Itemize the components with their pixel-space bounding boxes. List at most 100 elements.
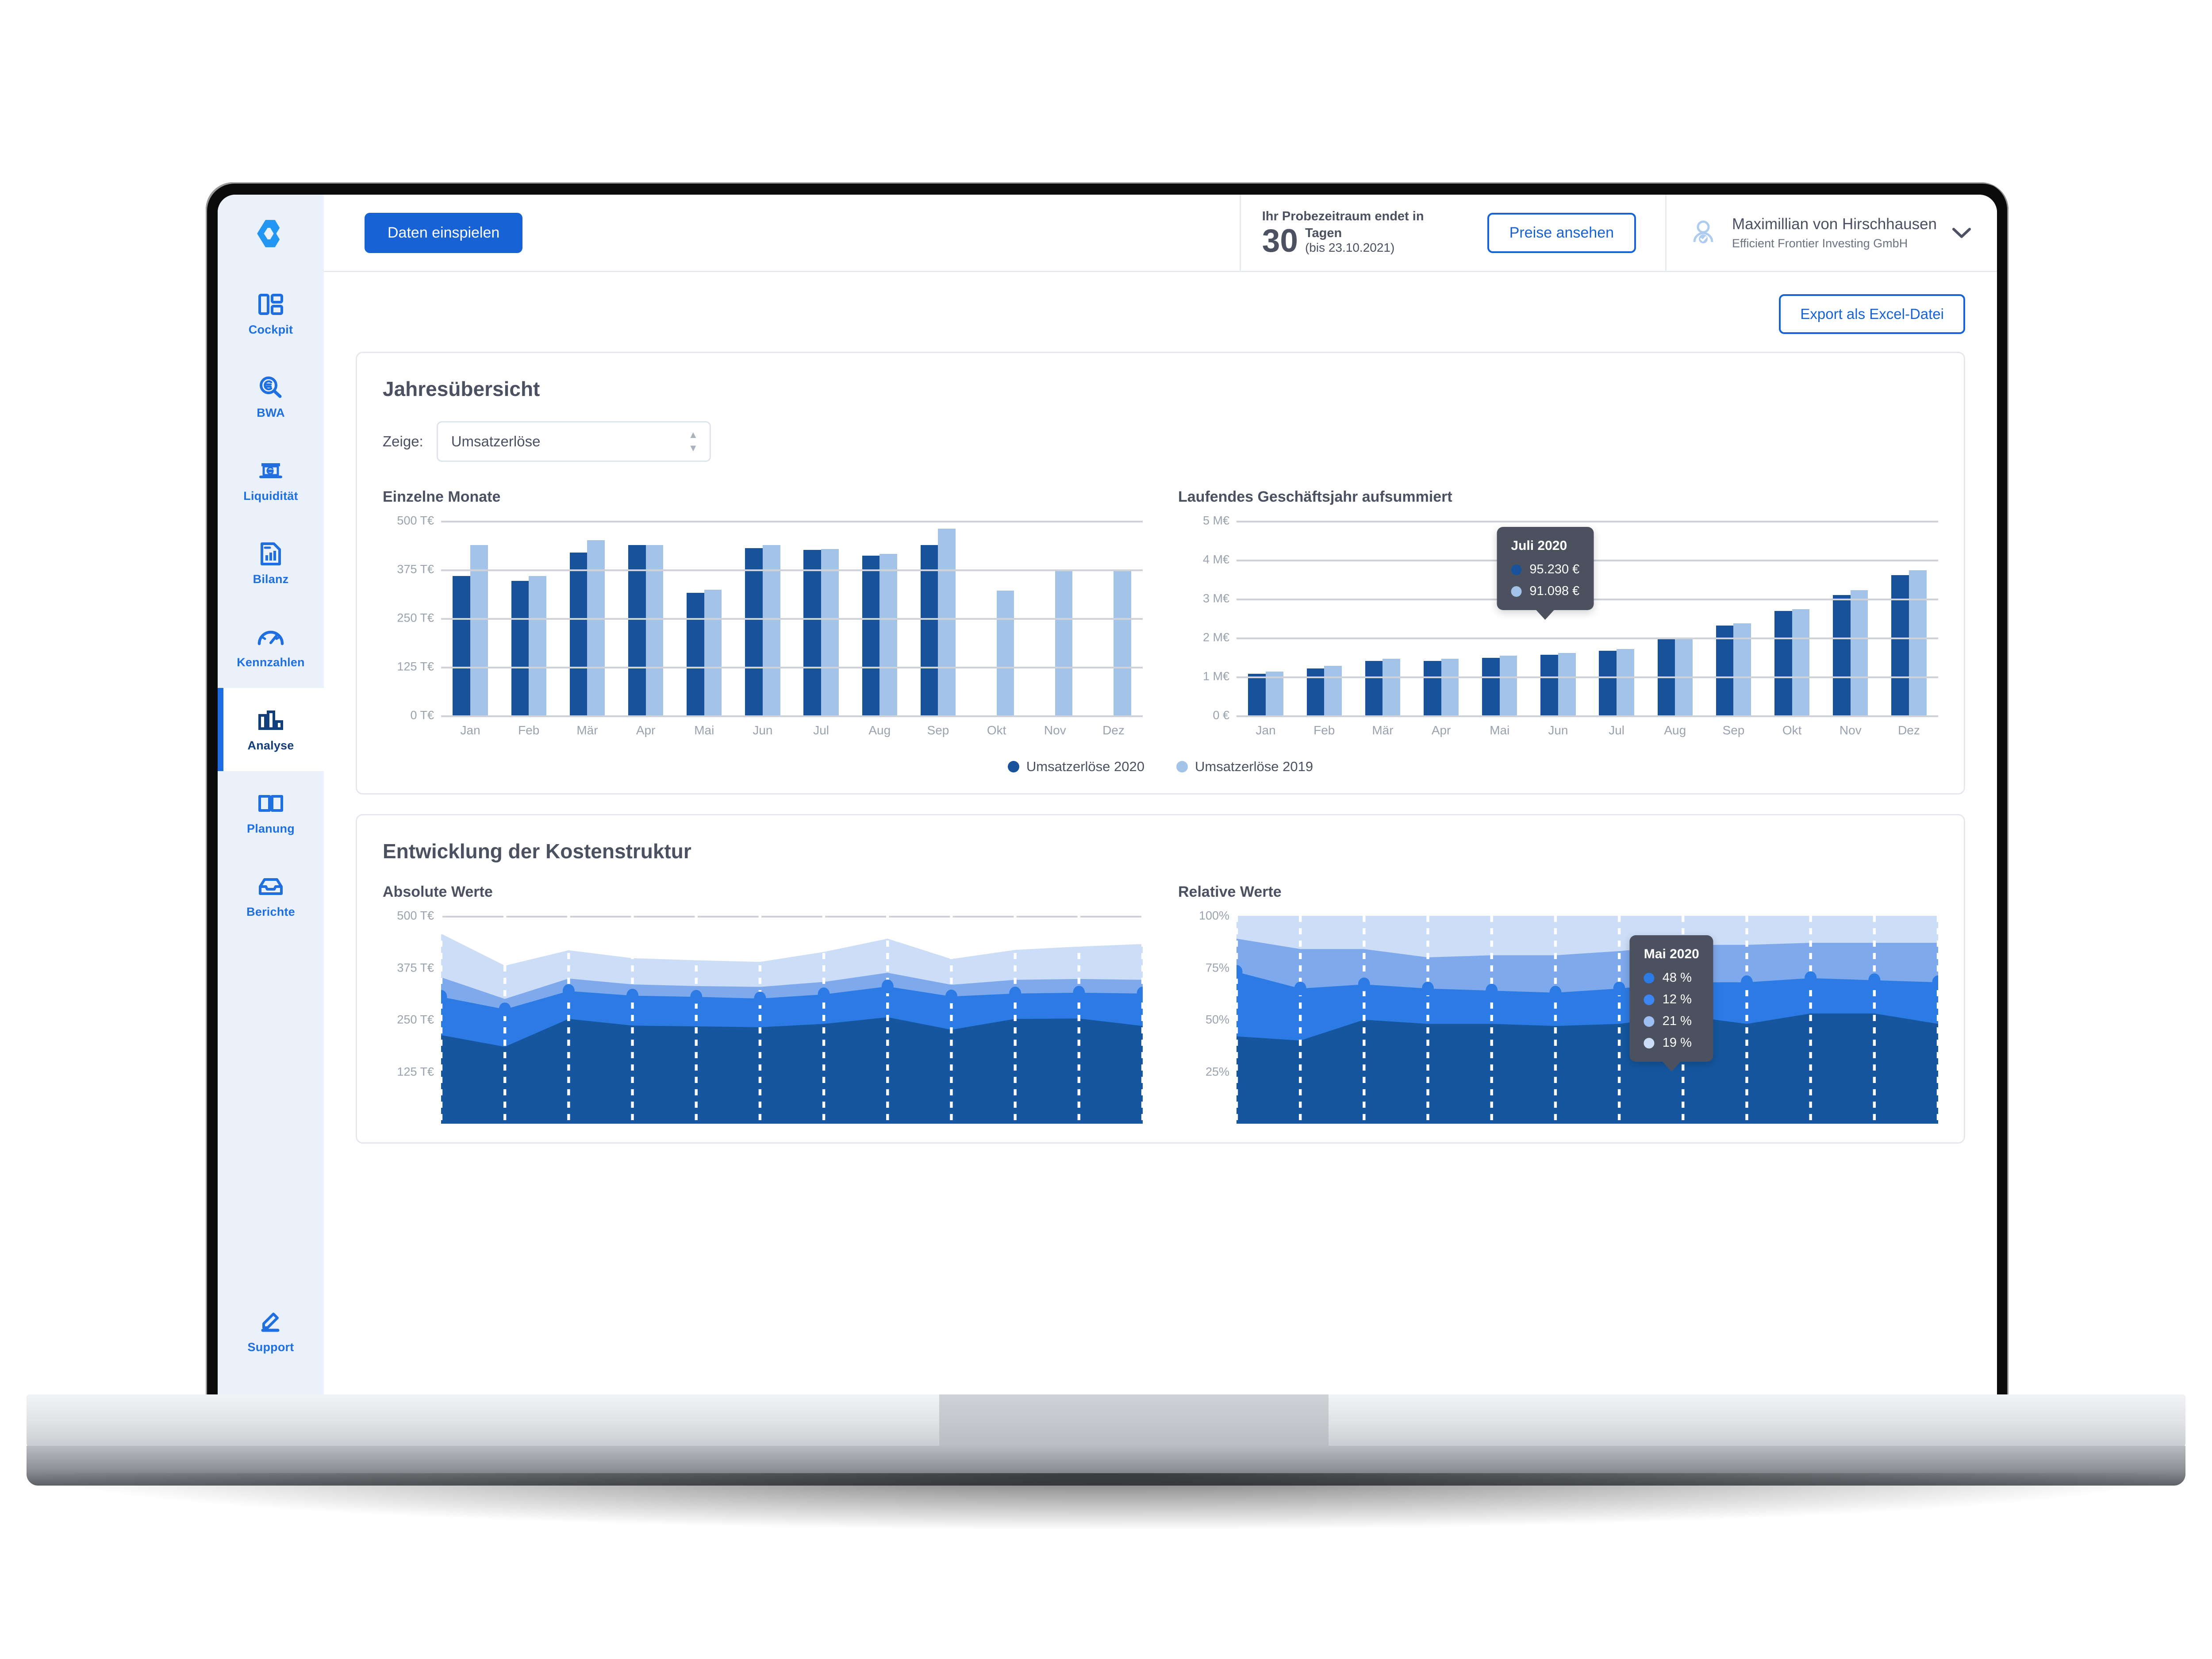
bar-group[interactable] — [1880, 521, 1938, 715]
data-point-marker[interactable] — [1358, 977, 1370, 991]
y-axis-tick: 250 T€ — [397, 1013, 434, 1026]
bar-2020[interactable] — [1891, 575, 1909, 715]
bar-2020[interactable] — [1833, 595, 1851, 715]
chart-aufsummiert: Laufendes Geschäftsjahr aufsummiert 5 M€… — [1178, 488, 1938, 737]
bar-2019[interactable] — [938, 528, 956, 715]
user-identity: Maximillian von Hirschhausen Efficient F… — [1732, 215, 1937, 250]
bar-group[interactable] — [1587, 521, 1646, 715]
bar-2020[interactable] — [1248, 673, 1266, 715]
bar-2019[interactable] — [1113, 569, 1131, 715]
data-point-marker[interactable] — [1422, 982, 1434, 995]
bar-2020[interactable] — [1423, 661, 1441, 715]
bar-2020[interactable] — [569, 553, 588, 715]
sidebar-item-cockpit[interactable]: Cockpit — [218, 272, 324, 355]
x-axis-tick: Okt — [987, 723, 1006, 737]
metric-select[interactable]: Umsatzerlöse ▲ ▼ — [436, 421, 711, 462]
bar-2019[interactable] — [587, 540, 605, 715]
bar-2019[interactable] — [704, 589, 722, 715]
data-point-marker[interactable] — [1294, 982, 1306, 995]
bar-2020[interactable] — [862, 556, 880, 715]
bar-2019[interactable] — [1055, 569, 1073, 715]
sidebar-item-berichte[interactable]: Berichte — [218, 854, 324, 937]
bar-2020[interactable] — [511, 581, 529, 715]
bar-2020[interactable] — [687, 592, 704, 715]
bar-group[interactable] — [1646, 521, 1704, 715]
sidebar-item-support[interactable]: Support — [218, 1290, 324, 1373]
data-point-marker[interactable] — [1549, 986, 1562, 1000]
bar-2019[interactable] — [1382, 658, 1401, 715]
bar-group[interactable] — [1237, 521, 1295, 715]
bar-group[interactable] — [1353, 521, 1412, 715]
data-point-marker[interactable] — [562, 984, 575, 998]
bar-2019[interactable] — [1558, 653, 1576, 715]
bar-2019[interactable] — [1441, 658, 1459, 715]
legend-item[interactable]: Umsatzerlöse 2020 — [1007, 759, 1144, 775]
data-point-marker[interactable] — [499, 1002, 511, 1016]
sidebar-item-analyse[interactable]: Analyse — [218, 688, 324, 771]
bar-2019[interactable] — [879, 553, 897, 715]
export-excel-button[interactable]: Export als Excel-Datei — [1779, 294, 1965, 334]
bar-2019[interactable] — [1266, 672, 1283, 715]
bar-2020[interactable] — [1365, 661, 1383, 715]
bar-2019[interactable] — [821, 549, 839, 715]
bar-2019[interactable] — [1792, 609, 1810, 715]
import-data-button[interactable]: Daten einspielen — [365, 212, 523, 253]
data-point-marker[interactable] — [1073, 986, 1085, 1000]
bar-2020[interactable] — [453, 576, 471, 715]
data-point-marker[interactable] — [1137, 987, 1143, 1001]
data-point-marker[interactable] — [1868, 973, 1881, 987]
data-point-marker[interactable] — [626, 988, 639, 1002]
data-point-marker[interactable] — [945, 989, 957, 1003]
user-menu[interactable]: Maximillian von Hirschhausen Efficient F… — [1665, 195, 1997, 271]
data-point-marker[interactable] — [818, 987, 830, 1002]
data-point-marker[interactable] — [754, 991, 766, 1006]
bar-2020[interactable] — [803, 550, 822, 715]
bar-2019[interactable] — [1499, 656, 1517, 715]
data-point-marker[interactable] — [881, 979, 894, 994]
bar-group[interactable] — [1821, 521, 1880, 715]
data-point-marker[interactable] — [1805, 971, 1817, 985]
sidebar-item-kennzahlen[interactable]: Kennzahlen — [218, 605, 324, 688]
sidebar-item-bilanz[interactable]: Bilanz — [218, 522, 324, 605]
data-point-marker[interactable] — [441, 990, 447, 1004]
view-pricing-button[interactable]: Preise ansehen — [1487, 212, 1636, 253]
data-point-marker[interactable] — [1740, 975, 1753, 989]
bar-group[interactable] — [1295, 521, 1353, 715]
bar-2020[interactable] — [1774, 611, 1792, 715]
bar-2019[interactable] — [1617, 649, 1634, 715]
monthly-bar-plot[interactable]: 500 T€ 375 T€ 250 T€ 125 T€ 0 T€ Jan Feb Mär Ap… — [383, 514, 1143, 737]
data-point-marker[interactable] — [1613, 982, 1625, 995]
bar-2019[interactable] — [1909, 570, 1927, 715]
data-point-marker[interactable] — [1932, 975, 1938, 989]
bar-2019[interactable] — [1324, 666, 1342, 715]
chevron-down-icon[interactable] — [1952, 223, 1971, 242]
tooltip-row: 21 % — [1644, 1014, 1699, 1029]
coststructure-charts: Absolute Werte 500 T€ 375 T€ 250 T€ 125 T€ — [383, 883, 1938, 1124]
bar-2019[interactable] — [1850, 590, 1868, 715]
data-point-marker[interactable] — [1486, 983, 1498, 998]
sidebar-item-liquiditaet[interactable]: Liquidität — [218, 438, 324, 522]
bar-group[interactable] — [1412, 521, 1471, 715]
gridline — [441, 618, 1143, 620]
absolute-area-plot[interactable]: 500 T€ 375 T€ 250 T€ 125 T€ — [383, 909, 1143, 1124]
brand-logo[interactable] — [218, 195, 324, 272]
sidebar: Cockpit BWA Liquidität Bilanz Kennzahlen… — [218, 195, 324, 1397]
bar-group[interactable] — [1763, 521, 1821, 715]
bar-2020[interactable] — [1540, 654, 1558, 715]
bar-2020[interactable] — [1599, 650, 1617, 715]
bar-2020[interactable] — [745, 548, 763, 715]
bar-group[interactable] — [1704, 521, 1763, 715]
sidebar-item-planung[interactable]: Planung — [218, 771, 324, 854]
bar-2020[interactable] — [1482, 657, 1500, 715]
data-point-marker[interactable] — [1237, 965, 1243, 979]
bar-2020[interactable] — [1306, 668, 1325, 715]
data-point-marker[interactable] — [690, 990, 703, 1004]
data-point-marker[interactable] — [1009, 987, 1022, 1001]
cumulative-bar-plot[interactable]: 5 M€ 4 M€ 3 M€ 2 M€ 1 M€ 0 € Juli 2020 95.230 … — [1178, 514, 1938, 737]
bar-2019[interactable] — [996, 591, 1014, 715]
bar-2019[interactable] — [529, 576, 546, 715]
legend-item[interactable]: Umsatzerlöse 2019 — [1176, 759, 1313, 775]
relative-area-plot[interactable]: 100% 75% 50% 25% Mai 2020 48 % 12 % 21 % 19 % — [1178, 909, 1938, 1124]
sidebar-item-bwa[interactable]: BWA — [218, 355, 324, 438]
main-scroll-area[interactable]: Export als Excel-Datei Jahresübersicht Z… — [324, 272, 1997, 1397]
